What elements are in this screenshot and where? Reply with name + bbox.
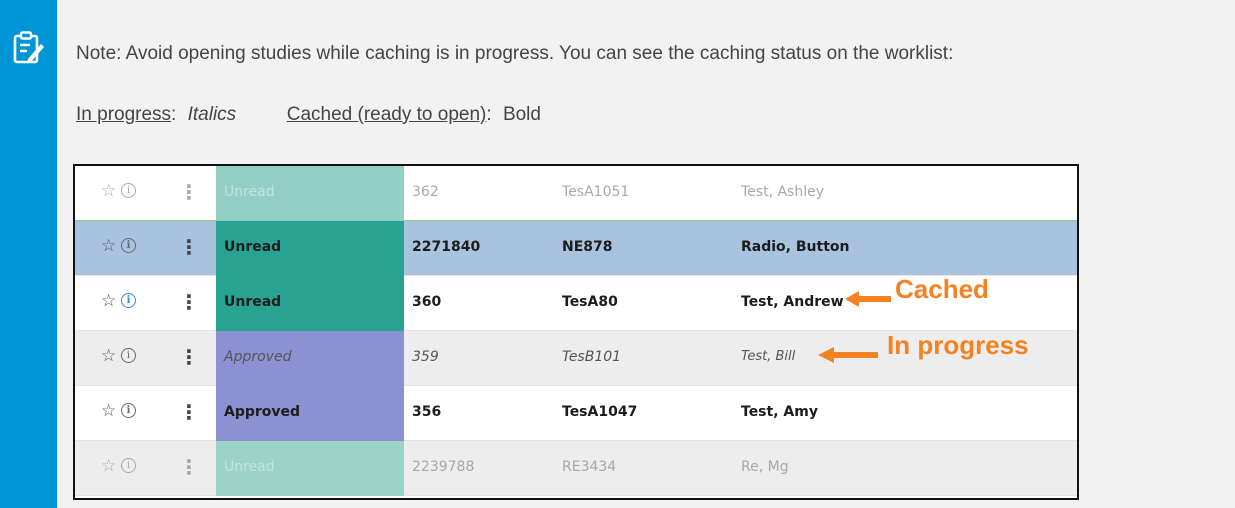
cached-annotation: Cached: [895, 274, 989, 304]
patient-name: Test, Andrew: [741, 294, 844, 310]
star-icon[interactable]: ☆: [101, 346, 116, 366]
patient-name: Test, Amy: [741, 404, 818, 420]
star-icon[interactable]: ☆: [101, 456, 116, 476]
more-options-icon[interactable]: ⋮: [179, 235, 199, 259]
in-progress-annotation: In progress: [887, 330, 1029, 360]
note-box: Note: Avoid opening studies while cachin…: [0, 0, 1235, 508]
caching-legend: In progress: Italics Cached (ready to op…: [76, 104, 541, 126]
more-options-icon[interactable]: ⋮: [179, 290, 199, 314]
more-options-icon[interactable]: ⋮: [179, 400, 199, 424]
worklist-row[interactable]: ☆ i ⋮ Unread 362 TesA1051 Test, Ashley: [75, 166, 1077, 221]
status-cell: Unread: [216, 276, 404, 331]
worklist-row[interactable]: ☆ i ⋮ Approved 356 TesA1047 Test, Amy: [75, 386, 1077, 441]
in-progress-label: In progress: [76, 104, 172, 125]
in-progress-style: Italics: [187, 104, 237, 125]
patient-code: TesA1047: [562, 404, 638, 420]
info-icon[interactable]: i: [121, 183, 136, 198]
star-icon[interactable]: ☆: [101, 291, 116, 311]
more-options-icon[interactable]: ⋮: [179, 345, 199, 369]
status-cell: Unread: [216, 221, 404, 276]
patient-code: NE878: [562, 239, 613, 255]
star-icon[interactable]: ☆: [101, 401, 116, 421]
worklist-row-selected[interactable]: ☆ i ⋮ Unread 2271840 NE878 Radio, Button: [75, 221, 1077, 276]
patient-code: TesA80: [562, 294, 618, 310]
study-id: 362: [412, 184, 439, 200]
status-cell: Approved: [216, 386, 404, 441]
patient-name: Test, Ashley: [741, 184, 825, 200]
arrow-left-icon: [845, 291, 891, 307]
note-text: Note: Avoid opening studies while cachin…: [76, 43, 954, 64]
study-id: 360: [412, 294, 442, 310]
study-id: 2271840: [412, 239, 481, 255]
info-icon[interactable]: i: [121, 403, 136, 418]
note-sidebar: [0, 0, 57, 508]
cached-label: Cached (ready to open): [286, 104, 487, 125]
legend-colon: :: [171, 104, 177, 125]
more-options-icon[interactable]: ⋮: [179, 455, 199, 479]
patient-code: RE3434: [562, 459, 617, 475]
info-icon[interactable]: i: [121, 348, 136, 363]
patient-code: TesA1051: [562, 184, 630, 200]
patient-name: Radio, Button: [741, 239, 850, 255]
worklist-row[interactable]: ☆ i ⋮ Unread 2239788 RE3434 Re, Mg: [75, 441, 1077, 496]
status-cell: Unread: [216, 166, 404, 221]
info-icon[interactable]: i: [121, 238, 136, 253]
study-id: 2239788: [412, 459, 475, 475]
status-cell: Unread: [216, 441, 404, 496]
study-id: 356: [412, 404, 442, 420]
star-icon[interactable]: ☆: [101, 181, 116, 201]
arrow-left-icon: [818, 347, 878, 363]
patient-name: Re, Mg: [741, 459, 789, 475]
patient-code: TesB101: [562, 349, 622, 365]
legend-colon-2: :: [486, 104, 492, 125]
worklist-screenshot: ☆ i ⋮ Unread 362 TesA1051 Test, Ashley ☆…: [73, 164, 1079, 500]
more-options-icon[interactable]: ⋮: [179, 180, 199, 204]
star-icon[interactable]: ☆: [101, 236, 116, 256]
status-cell: Approved: [216, 331, 404, 386]
info-icon[interactable]: i: [121, 293, 136, 308]
info-icon[interactable]: i: [121, 458, 136, 473]
study-id: 359: [412, 349, 439, 365]
cached-style: Bold: [502, 104, 541, 125]
note-edit-icon: [13, 31, 44, 64]
patient-name: Test, Bill: [741, 349, 796, 364]
